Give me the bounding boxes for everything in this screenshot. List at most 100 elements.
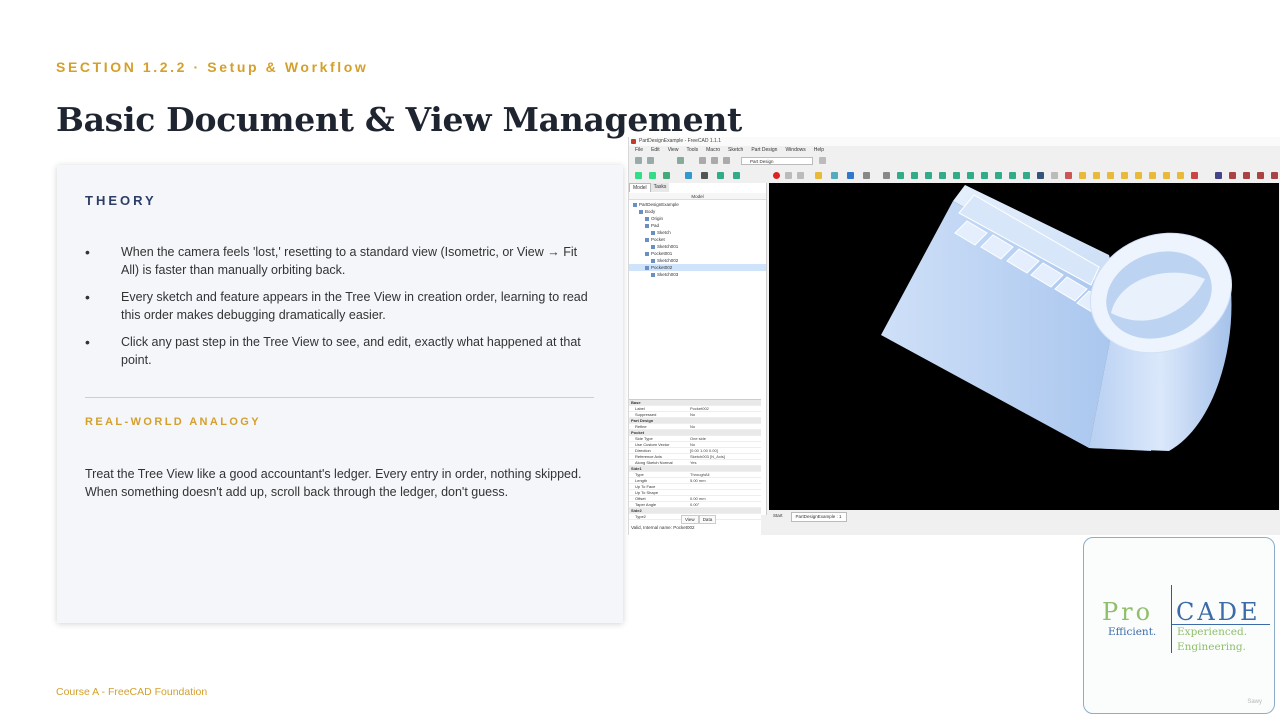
doc-tab-partdesign[interactable]: PartDesignExample : 1 [790, 512, 847, 522]
tab-tasks[interactable]: Tasks [650, 183, 670, 192]
draw-style-icon[interactable] [685, 172, 692, 179]
mirrored-icon[interactable] [1135, 172, 1142, 179]
fit-all-icon[interactable] [635, 172, 642, 179]
property-value[interactable]: 0.00 mm [687, 496, 761, 501]
part-icon[interactable] [815, 172, 822, 179]
pad-icon[interactable] [981, 172, 988, 179]
tree-item[interactable]: Pocket002 [629, 264, 766, 271]
record-macro-icon[interactable] [773, 172, 780, 179]
property-value[interactable]: Yes [687, 460, 761, 465]
tree-item[interactable]: Sketch003 [629, 271, 766, 278]
menu-windows[interactable]: Windows [785, 146, 805, 155]
property-value[interactable]: [0.00 1.00 0.00] [687, 448, 761, 453]
property-value[interactable]: No [687, 412, 761, 417]
tree-item[interactable]: Sketch [629, 229, 766, 236]
tree-item[interactable]: Pocket [629, 236, 766, 243]
sketch-icon[interactable] [847, 172, 854, 179]
copy-icon[interactable] [711, 157, 718, 164]
tree-item[interactable]: Body [629, 208, 766, 215]
measure-delta-icon[interactable] [1257, 172, 1264, 179]
datum-line-icon[interactable] [911, 172, 918, 179]
workbench-select[interactable]: Part Design [741, 157, 813, 165]
menu-edit[interactable]: Edit [651, 146, 660, 155]
tab-view[interactable]: View [681, 515, 699, 524]
pipe-icon[interactable] [1023, 172, 1030, 179]
top-view-icon[interactable] [733, 172, 740, 179]
combo-view: Model Tasks Model PartDesignExample Body O… [629, 183, 767, 535]
doc-tab-start[interactable]: Start [769, 512, 787, 522]
stop-macro-icon[interactable] [785, 172, 792, 179]
loft-icon[interactable] [1009, 172, 1016, 179]
bullet-item: Every sketch and feature appears in the … [85, 288, 595, 324]
multi-transform-icon[interactable] [1177, 172, 1184, 179]
run-macro-icon[interactable] [797, 172, 804, 179]
draft-icon[interactable] [1107, 172, 1114, 179]
refresh-icon[interactable] [677, 157, 684, 164]
menu-sketch[interactable]: Sketch [728, 146, 743, 155]
local-cs-icon[interactable] [967, 172, 974, 179]
tree-item[interactable]: PartDesignExample [629, 201, 766, 208]
fillet-icon[interactable] [1079, 172, 1086, 179]
menu-tools[interactable]: Tools [686, 146, 698, 155]
page-title: Basic Document & View Management [56, 100, 742, 139]
measure-clear-icon[interactable] [1229, 172, 1236, 179]
tree-item[interactable]: Sketch002 [629, 257, 766, 264]
attach-icon[interactable] [863, 172, 870, 179]
cut-icon[interactable] [699, 157, 706, 164]
tab-data[interactable]: Data [698, 515, 717, 524]
front-view-icon[interactable] [717, 172, 724, 179]
shape-binder-icon[interactable] [939, 172, 946, 179]
menu-help[interactable]: Help [814, 146, 824, 155]
paste-icon[interactable] [723, 157, 730, 164]
measure-icon[interactable] [1215, 172, 1222, 179]
property-key: Type [635, 472, 644, 477]
property-value[interactable]: Sketch003 [N_Axis] [687, 454, 761, 459]
revolution-icon[interactable] [995, 172, 1002, 179]
logo-tagline-experienced: Experienced. [1177, 626, 1248, 638]
property-value[interactable]: No [687, 442, 761, 447]
clone-icon[interactable] [883, 172, 890, 179]
tree-item[interactable]: Pocket001 [629, 250, 766, 257]
menu-macro[interactable]: Macro [706, 146, 720, 155]
undo-icon[interactable] [635, 157, 642, 164]
polar-pattern-icon[interactable] [1163, 172, 1170, 179]
chamfer-icon[interactable] [1093, 172, 1100, 179]
tree-item-icon [645, 251, 649, 256]
boolean-icon[interactable] [1191, 172, 1198, 179]
property-value[interactable]: Pocket002 [687, 406, 761, 411]
datum-point-icon[interactable] [897, 172, 904, 179]
pocket-icon[interactable] [1037, 172, 1044, 179]
linear-pattern-icon[interactable] [1149, 172, 1156, 179]
logo-divider-vertical [1171, 585, 1172, 653]
whats-this-icon[interactable] [819, 157, 826, 164]
sub-shape-binder-icon[interactable] [953, 172, 960, 179]
measure-toggle-icon[interactable] [1243, 172, 1250, 179]
property-value[interactable]: ThroughAll [687, 472, 761, 477]
groove-icon[interactable] [1065, 172, 1072, 179]
tree-item-label: Pad [651, 223, 660, 228]
property-value[interactable] [687, 484, 761, 489]
3d-viewport[interactable] [769, 183, 1279, 510]
isometric-view-icon[interactable] [663, 172, 670, 179]
menu-view[interactable]: View [668, 146, 679, 155]
property-value[interactable] [687, 490, 761, 495]
property-value[interactable]: 5.00 mm [687, 478, 761, 483]
property-value[interactable]: 0.00° [687, 502, 761, 507]
property-value[interactable]: No [687, 424, 761, 429]
stereo-icon[interactable] [701, 172, 708, 179]
tree-item[interactable]: Origin [629, 215, 766, 222]
tree-item[interactable]: Sketch001 [629, 243, 766, 250]
tree-item[interactable]: Pad [629, 222, 766, 229]
menu-file[interactable]: File [635, 146, 643, 155]
fit-selection-icon[interactable] [649, 172, 656, 179]
tab-model[interactable]: Model [629, 183, 651, 192]
property-value[interactable]: One side [687, 436, 761, 441]
datum-plane-icon[interactable] [925, 172, 932, 179]
view-data-tabs: View Data [681, 515, 717, 524]
menu-part-design[interactable]: Part Design [751, 146, 777, 155]
redo-icon[interactable] [647, 157, 654, 164]
measure-3d-icon[interactable] [1271, 172, 1278, 179]
body-icon[interactable] [831, 172, 838, 179]
thickness-icon[interactable] [1121, 172, 1128, 179]
hole-icon[interactable] [1051, 172, 1058, 179]
